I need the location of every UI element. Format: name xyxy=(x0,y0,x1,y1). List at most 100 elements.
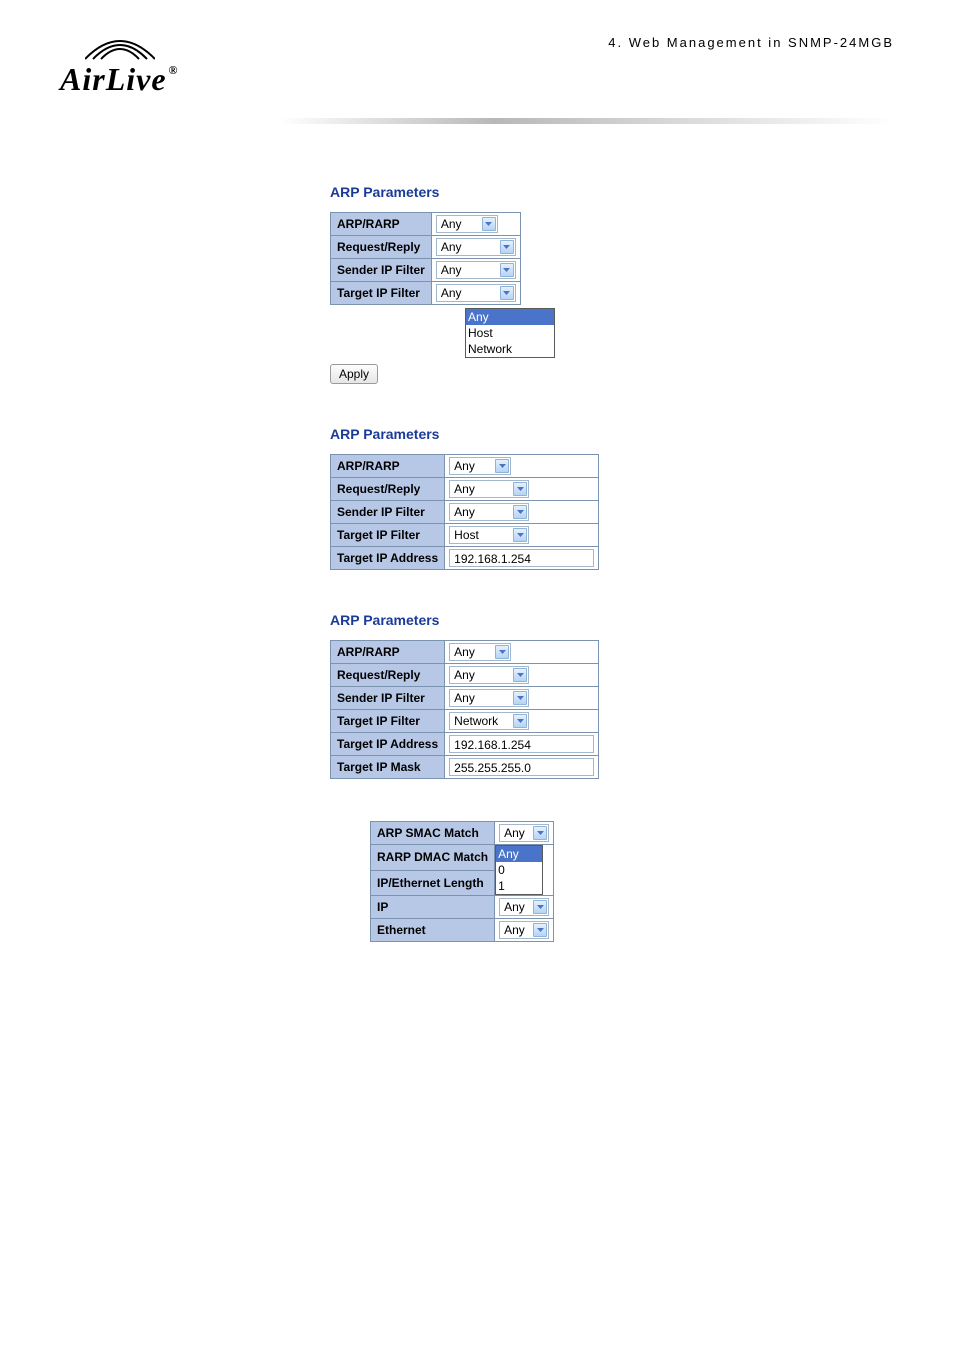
select-field[interactable]: Any xyxy=(436,238,516,256)
param-value-cell: Any xyxy=(445,687,599,710)
param-value-cell: Any01 xyxy=(495,845,554,896)
brand-text: AirLive® xyxy=(60,61,179,97)
select-field[interactable]: Any xyxy=(436,284,516,302)
param-label: Sender IP Filter xyxy=(331,259,432,282)
table-row: Target IP Mask255.255.255.0 xyxy=(331,756,599,779)
chevron-down-icon xyxy=(513,505,527,519)
select-field[interactable]: Network xyxy=(449,712,529,730)
table-row: Request/ReplyAny xyxy=(331,478,599,501)
section-title: ARP Parameters xyxy=(330,426,954,442)
chevron-down-icon xyxy=(513,528,527,542)
select-value: Any xyxy=(454,459,491,473)
param-value-cell: Any xyxy=(495,919,554,942)
table-row: Request/ReplyAny xyxy=(331,664,599,687)
table-row: ARP/RARPAny xyxy=(331,213,521,236)
param-label: IP xyxy=(371,896,495,919)
select-field[interactable]: Any xyxy=(436,261,516,279)
param-label: ARP SMAC Match xyxy=(371,822,495,845)
select-field[interactable]: Any xyxy=(449,643,511,661)
select-field[interactable]: Any xyxy=(436,215,498,233)
chevron-down-icon xyxy=(482,217,496,231)
param-value-cell: 255.255.255.0 xyxy=(445,756,599,779)
select-value: Any xyxy=(454,645,491,659)
param-label: Target IP Filter xyxy=(331,282,432,305)
param-table: ARP SMAC MatchAnyRARP DMAC MatchAny01IP/… xyxy=(370,821,554,942)
wireless-arcs-icon xyxy=(85,35,155,61)
select-field[interactable]: Any xyxy=(449,689,529,707)
select-field[interactable]: Any xyxy=(499,898,549,916)
dropdown-option[interactable]: 0 xyxy=(496,862,542,878)
chevron-down-icon xyxy=(495,645,509,659)
apply-button[interactable]: Apply xyxy=(330,364,378,384)
dropdown-list[interactable]: Any01 xyxy=(495,845,543,895)
param-label: IP/Ethernet Length xyxy=(371,870,495,896)
dropdown-option[interactable]: Network xyxy=(466,341,554,357)
dropdown-option[interactable]: Any xyxy=(496,846,542,862)
table-row: Target IP Address192.168.1.254 xyxy=(331,547,599,570)
param-value-cell: Network xyxy=(445,710,599,733)
param-value-cell: Any xyxy=(431,259,520,282)
param-value-cell: Any xyxy=(445,641,599,664)
dropdown-option[interactable]: Host xyxy=(466,325,554,341)
param-label: RARP DMAC Match xyxy=(371,845,495,871)
param-value-cell: Any xyxy=(445,455,599,478)
select-field[interactable]: Host xyxy=(449,526,529,544)
param-table: ARP/RARPAnyRequest/ReplyAnySender IP Fil… xyxy=(330,212,521,305)
select-field[interactable]: Any xyxy=(499,921,549,939)
select-field[interactable]: Any xyxy=(449,457,511,475)
table-row: Target IP Filter Network xyxy=(331,710,599,733)
table-row: Sender IP Filter Any xyxy=(331,259,521,282)
breadcrumb: 4. Web Management in SNMP-24MGB xyxy=(608,35,894,50)
select-value: Any xyxy=(504,826,529,840)
chevron-down-icon xyxy=(500,263,514,277)
param-value-cell: Any xyxy=(495,896,554,919)
table-row: ARP/RARP Any xyxy=(331,455,599,478)
select-value: Any xyxy=(454,691,509,705)
brand-logo: AirLive® xyxy=(60,35,250,98)
text-input[interactable]: 192.168.1.254 xyxy=(449,735,594,753)
chevron-down-icon xyxy=(513,691,527,705)
text-input[interactable]: 192.168.1.254 xyxy=(449,549,594,567)
select-value: Any xyxy=(441,240,496,254)
param-label: Target IP Filter xyxy=(331,524,445,547)
table-row: Sender IP Filter Any xyxy=(331,687,599,710)
chevron-down-icon xyxy=(533,923,547,937)
param-label: Target IP Filter xyxy=(331,710,445,733)
text-input[interactable]: 255.255.255.0 xyxy=(449,758,594,776)
select-field[interactable]: Any xyxy=(449,666,529,684)
param-label: Sender IP Filter xyxy=(331,687,445,710)
table-row: ARP SMAC Match Any xyxy=(371,822,554,845)
select-value: Any xyxy=(454,505,509,519)
select-value: Any xyxy=(504,900,529,914)
select-value: Host xyxy=(454,528,509,542)
table-row: IP Any xyxy=(371,896,554,919)
param-table: ARP/RARPAnyRequest/ReplyAnySender IP Fil… xyxy=(330,454,599,570)
param-value-cell: Any xyxy=(495,822,554,845)
table-row: Sender IP FilterAny xyxy=(331,501,599,524)
dropdown-option[interactable]: 1 xyxy=(496,878,542,894)
dropdown-list[interactable]: AnyHostNetwork xyxy=(465,308,555,358)
param-value-cell: Any xyxy=(445,501,599,524)
chevron-down-icon xyxy=(513,482,527,496)
param-value-cell: 192.168.1.254 xyxy=(445,547,599,570)
param-value-cell: Any xyxy=(431,213,520,236)
chevron-down-icon xyxy=(513,668,527,682)
param-label: ARP/RARP xyxy=(331,455,445,478)
table-row: Target IP FilterAny xyxy=(331,282,521,305)
table-row: RARP DMAC MatchAny01 xyxy=(371,845,554,871)
select-value: Any xyxy=(441,263,496,277)
param-label: Request/Reply xyxy=(331,664,445,687)
section-title: ARP Parameters xyxy=(330,184,954,200)
param-value-cell: Any xyxy=(445,478,599,501)
dropdown-option[interactable]: Any xyxy=(466,309,554,325)
param-label: Target IP Address xyxy=(331,733,445,756)
chevron-down-icon xyxy=(533,826,547,840)
chevron-down-icon xyxy=(495,459,509,473)
select-field[interactable]: Any xyxy=(449,503,529,521)
param-value-cell: 192.168.1.254 xyxy=(445,733,599,756)
select-field[interactable]: Any xyxy=(449,480,529,498)
param-label: ARP/RARP xyxy=(331,641,445,664)
select-value: Network xyxy=(454,714,509,728)
select-field[interactable]: Any xyxy=(499,824,549,842)
table-row: ARP/RARP Any xyxy=(331,641,599,664)
